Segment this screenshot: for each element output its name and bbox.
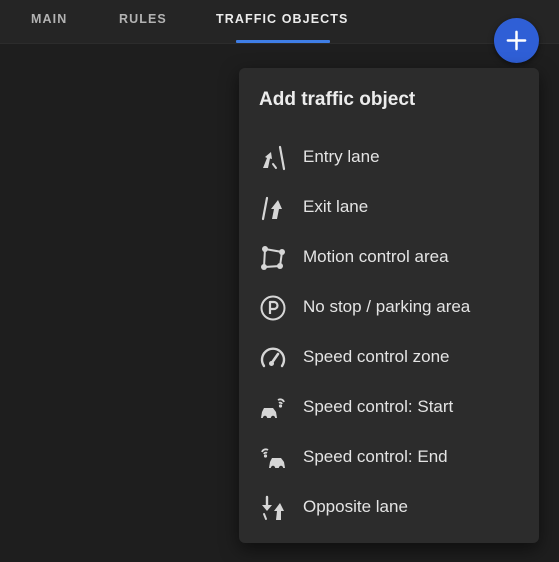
exit-lane-icon xyxy=(261,196,282,221)
menu-item-exit-lane[interactable]: Exit lane xyxy=(239,183,539,231)
menu-title: Add traffic object xyxy=(259,89,416,110)
menu-item-label: Exit lane xyxy=(303,197,369,216)
tab-rules[interactable]: RULES xyxy=(119,12,167,26)
tab-traffic-objects[interactable]: TRAFFIC OBJECTS xyxy=(216,12,348,26)
menu-item-speed-control-start[interactable]: Speed control: Start xyxy=(239,383,539,431)
menu-item-speed-control-end[interactable]: Speed control: End xyxy=(239,433,539,481)
app-root: MAIN RULES TRAFFIC OBJECTS Add traffic o… xyxy=(0,0,559,562)
menu-item-label: Motion control area xyxy=(303,247,449,266)
menu-item-label: Speed control: End xyxy=(303,447,448,466)
top-tab-bar: MAIN RULES TRAFFIC OBJECTS xyxy=(0,0,559,44)
opposite-lane-icon xyxy=(262,495,284,520)
tab-main[interactable]: MAIN xyxy=(31,12,67,26)
menu-item-motion-control-area[interactable]: Motion control area xyxy=(239,233,539,281)
speed-camera-start-icon xyxy=(261,398,285,421)
entry-lane-icon xyxy=(263,145,286,171)
menu-item-entry-lane[interactable]: Entry lane xyxy=(239,133,539,181)
speed-camera-end-icon xyxy=(261,448,285,471)
menu-item-label: Entry lane xyxy=(303,147,380,166)
add-traffic-object-menu: Add traffic object Entry lane Exit lane xyxy=(239,68,539,543)
speedometer-icon xyxy=(260,347,286,368)
active-tab-indicator xyxy=(236,40,330,43)
menu-item-speed-control-zone[interactable]: Speed control zone xyxy=(239,333,539,381)
menu-item-label: Speed control: Start xyxy=(303,397,454,416)
menu-item-label: Speed control zone xyxy=(303,347,450,366)
menu-item-label: No stop / parking area xyxy=(303,297,471,316)
menu-item-opposite-lane[interactable]: Opposite lane xyxy=(239,483,539,531)
menu-item-label: Opposite lane xyxy=(303,497,408,516)
polygon-area-icon xyxy=(261,246,285,270)
parking-icon xyxy=(260,295,286,321)
add-object-button[interactable] xyxy=(494,18,539,63)
menu-item-no-stop-parking-area[interactable]: No stop / parking area xyxy=(239,283,539,331)
plus-icon xyxy=(506,30,527,51)
